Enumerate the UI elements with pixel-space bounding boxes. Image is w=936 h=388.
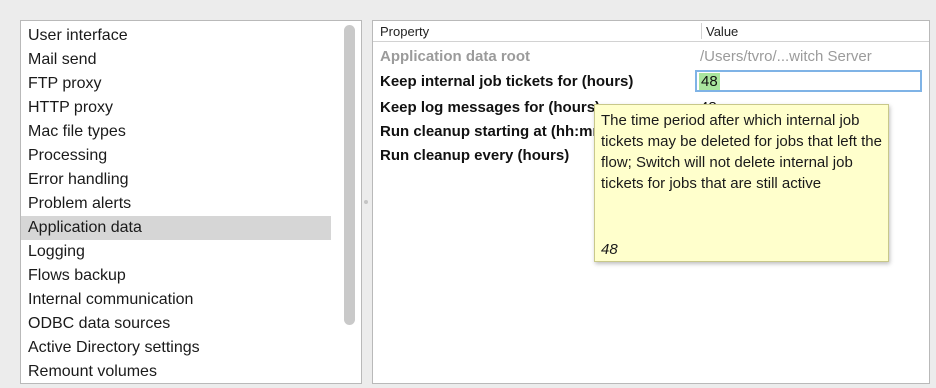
category-application-data[interactable]: Application data xyxy=(21,216,331,240)
category-mac-file-types[interactable]: Mac file types xyxy=(21,120,331,144)
property-name: Run cleanup starting at (hh:mm) xyxy=(380,123,611,140)
category-problem-alerts[interactable]: Problem alerts xyxy=(21,192,331,216)
property-name: Application data root xyxy=(380,48,530,65)
property-table-header: Property Value xyxy=(373,21,929,42)
category-list-panel: User interface Mail send FTP proxy HTTP … xyxy=(20,20,362,384)
category-internal-communication[interactable]: Internal communication xyxy=(21,288,331,312)
category-odbc-data-sources[interactable]: ODBC data sources xyxy=(21,312,331,336)
category-list-scrollbar[interactable] xyxy=(344,25,355,325)
category-remount-volumes[interactable]: Remount volumes xyxy=(21,360,331,384)
panel-splitter[interactable] xyxy=(361,20,371,382)
column-header-value[interactable]: Value xyxy=(706,24,738,39)
category-mail-send[interactable]: Mail send xyxy=(21,48,331,72)
column-divider[interactable] xyxy=(701,23,702,39)
property-name: Keep internal job tickets for (hours) xyxy=(380,73,634,90)
property-row-application-data-root[interactable]: Application data root /Users/tvro/...wit… xyxy=(373,45,929,69)
tooltip-description: The time period after which internal job… xyxy=(601,112,882,192)
category-flows-backup[interactable]: Flows backup xyxy=(21,264,331,288)
tooltip-current-value: 48 xyxy=(601,241,618,258)
category-user-interface[interactable]: User interface xyxy=(21,24,331,48)
category-http-proxy[interactable]: HTTP proxy xyxy=(21,96,331,120)
property-tooltip: The time period after which internal job… xyxy=(594,104,889,262)
splitter-grip-icon xyxy=(364,200,368,204)
category-error-handling[interactable]: Error handling xyxy=(21,168,331,192)
column-header-property[interactable]: Property xyxy=(380,24,429,39)
property-value: /Users/tvro/...witch Server xyxy=(700,48,872,65)
category-logging[interactable]: Logging xyxy=(21,240,331,264)
property-name: Run cleanup every (hours) xyxy=(380,147,570,164)
category-processing[interactable]: Processing xyxy=(21,144,331,168)
selected-input-text: 48 xyxy=(699,73,720,90)
category-list: User interface Mail send FTP proxy HTTP … xyxy=(21,21,361,384)
category-ftp-proxy[interactable]: FTP proxy xyxy=(21,72,331,96)
category-active-directory-settings[interactable]: Active Directory settings xyxy=(21,336,331,360)
job-tickets-hours-input[interactable]: 48 xyxy=(695,70,922,92)
property-name: Keep log messages for (hours) xyxy=(380,99,601,116)
